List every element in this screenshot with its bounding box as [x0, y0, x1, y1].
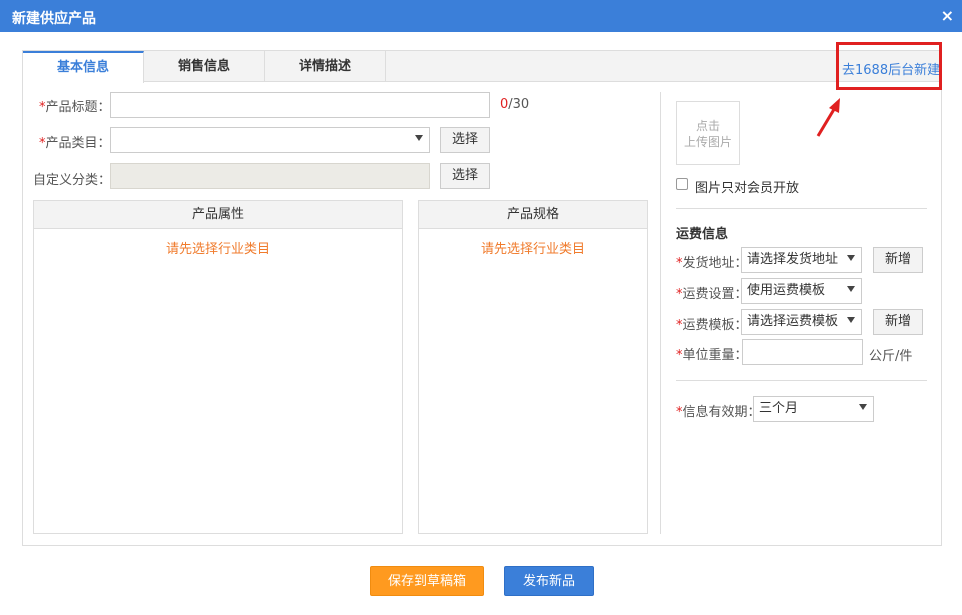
shipping-template-select[interactable]: 请选择运费模板	[741, 309, 862, 335]
dialog-titlebar: 新建供应产品 ×	[0, 0, 962, 32]
product-attributes-box: 产品属性 请先选择行业类目	[33, 200, 403, 534]
upload-image-button[interactable]: 点击 上传图片	[676, 101, 740, 165]
product-specs-header: 产品规格	[419, 201, 647, 229]
chevron-down-icon	[415, 135, 423, 141]
save-draft-button[interactable]: 保存到草稿箱	[370, 566, 484, 596]
product-specs-box: 产品规格 请先选择行业类目	[418, 200, 648, 534]
unit-weight-label: *单位重量：	[676, 348, 748, 363]
unit-weight-input[interactable]	[742, 339, 863, 365]
product-category-select[interactable]	[110, 127, 430, 153]
shipping-setting-label: *运费设置：	[676, 287, 748, 302]
shipping-template-label: *运费模板：	[676, 318, 748, 333]
product-specs-hint: 请先选择行业类目	[480, 242, 585, 257]
unit-weight-unit: 公斤/件	[869, 349, 913, 364]
title-char-counter: 0/30	[500, 97, 530, 112]
close-icon[interactable]: ×	[941, 6, 954, 25]
tab-detail-description[interactable]: 详情描述	[265, 51, 386, 82]
tab-bar: 基本信息 销售信息 详情描述	[23, 51, 941, 83]
custom-category-select-button[interactable]: 选择	[440, 163, 490, 189]
add-template-button[interactable]: 新增	[873, 309, 923, 335]
members-only-label: 图片只对会员开放	[695, 181, 800, 196]
validity-select[interactable]: 三个月	[753, 396, 874, 422]
category-select-button[interactable]: 选择	[440, 127, 490, 153]
tab-basic-info[interactable]: 基本信息	[23, 51, 144, 83]
shipping-setting-select[interactable]: 使用运费模板	[741, 278, 862, 304]
ship-address-select[interactable]: 请选择发货地址	[741, 247, 862, 273]
tab-sales-info[interactable]: 销售信息	[144, 51, 265, 82]
column-divider	[660, 92, 661, 534]
chevron-down-icon	[847, 286, 855, 292]
product-title-input[interactable]	[110, 92, 490, 118]
dialog-title: 新建供应产品	[12, 11, 96, 27]
divider	[676, 380, 927, 381]
divider	[676, 208, 927, 209]
product-category-label: *产品类目：	[39, 136, 111, 151]
highlight-annotation-box	[836, 42, 942, 90]
custom-category-field	[110, 163, 430, 189]
validity-label: *信息有效期：	[676, 405, 761, 420]
publish-button[interactable]: 发布新品	[504, 566, 594, 596]
ship-address-label: *发货地址：	[676, 256, 748, 271]
chevron-down-icon	[847, 255, 855, 261]
members-only-checkbox[interactable]	[676, 178, 688, 190]
product-attributes-hint: 请先选择行业类目	[165, 242, 270, 257]
custom-category-label: 自定义分类：	[33, 173, 112, 188]
chevron-down-icon	[847, 317, 855, 323]
product-title-label: *产品标题：	[39, 100, 111, 115]
chevron-down-icon	[859, 404, 867, 410]
annotation-arrow-icon	[816, 98, 840, 137]
product-attributes-header: 产品属性	[34, 201, 402, 229]
shipping-section-title: 运费信息	[676, 227, 729, 242]
add-address-button[interactable]: 新增	[873, 247, 923, 273]
